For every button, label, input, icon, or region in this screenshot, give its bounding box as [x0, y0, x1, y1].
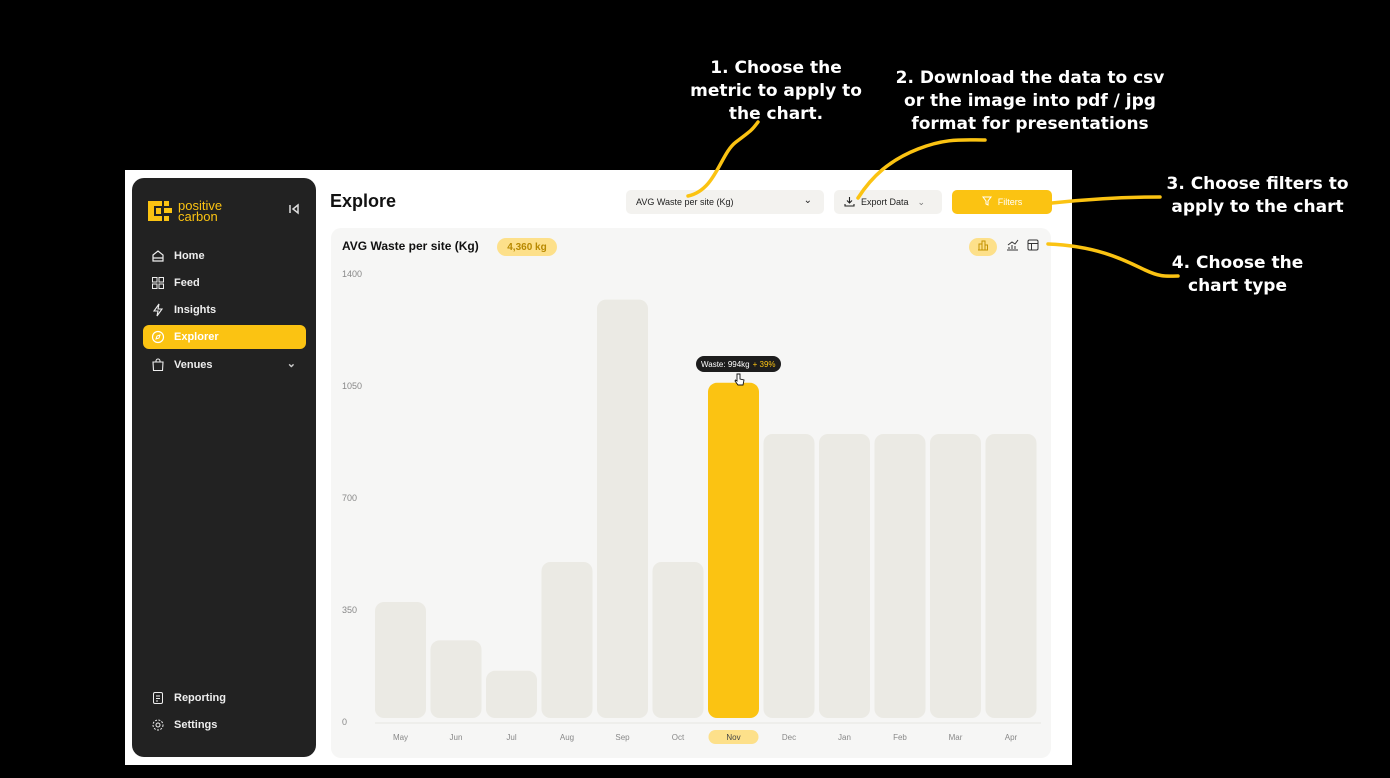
sidebar-item-venues[interactable]: Venues ⌄ [143, 353, 306, 377]
annotation-download-data: 2. Download the data to csv or the image… [880, 67, 1180, 136]
y-tick-label: 700 [342, 493, 357, 503]
annotation-line: or the image into pdf / jpg [904, 91, 1156, 111]
sidebar-item-feed[interactable]: Feed [143, 271, 306, 295]
bar-jun[interactable] [430, 640, 482, 718]
x-tick-label: Nov [726, 733, 740, 742]
x-tick-label: Jul [506, 733, 516, 742]
collapse-sidebar-icon[interactable] [288, 203, 300, 218]
metric-select[interactable]: AVG Waste per site (Kg) ⌄ [626, 190, 824, 214]
sidebar-item-home[interactable]: Home [143, 244, 306, 268]
bar-dec[interactable] [763, 434, 815, 718]
sidebar-item-settings[interactable]: Settings [143, 713, 306, 737]
download-icon [844, 196, 855, 209]
annotation-chart-type: 4. Choose the chart type [1160, 252, 1315, 298]
total-badge: 4,360 kg [497, 238, 557, 256]
logo-icon [148, 201, 172, 221]
x-tick-label: Sep [615, 733, 630, 742]
sidebar-item-reporting[interactable]: Reporting [143, 686, 306, 710]
bar-mar[interactable] [930, 434, 981, 718]
annotation-line: 2. Download the data to csv [895, 68, 1165, 88]
bar-chart: 0 350 700 1050 1400 May Jun Jul Aug Sep Oct Nov Dec J… [342, 269, 1041, 744]
annotation-line: the chart. [728, 104, 824, 124]
page-title: Explore [330, 191, 397, 211]
chevron-down-icon: ⌄ [917, 196, 926, 207]
annotation-line: 4. Choose the [1171, 253, 1304, 273]
x-tick-label: Jun [450, 733, 463, 742]
sidebar-item-insights[interactable]: Insights [143, 298, 306, 322]
x-tick-label: Apr [1005, 733, 1018, 742]
x-tick-label: Dec [782, 733, 796, 742]
bag-icon [151, 358, 165, 372]
annotation-choose-metric: 1. Choose the metric to apply to the cha… [676, 57, 876, 126]
chart-type-bar-button[interactable] [969, 238, 997, 256]
brand-name: positive carbon [178, 199, 222, 224]
metric-select-value: AVG Waste per site (Kg) [636, 197, 734, 207]
bar-chart-icon [977, 238, 989, 256]
sidebar: positive carbon Home Feed Insights Explo… [132, 178, 316, 757]
gear-icon [151, 718, 165, 732]
grid-icon [151, 276, 165, 290]
table-icon [1027, 238, 1039, 256]
tooltip-delta: + 39% [752, 359, 776, 369]
annotation-line: apply to the chart [1171, 197, 1344, 217]
filter-icon [981, 196, 992, 208]
x-tick-label: Mar [949, 733, 963, 742]
x-tick-label: Aug [560, 733, 574, 742]
export-data-button[interactable]: Export Data ⌄ [834, 190, 942, 214]
x-tick-label: Oct [672, 733, 685, 742]
annotation-line: format for presentations [911, 114, 1149, 134]
annotation-line: 1. Choose the [710, 58, 842, 78]
filters-button[interactable]: Filters [952, 190, 1052, 214]
compass-icon [151, 330, 165, 344]
sidebar-item-explorer[interactable]: Explorer [143, 325, 306, 349]
brand-line: carbon [178, 209, 218, 224]
sidebar-item-label: Explorer [174, 331, 219, 343]
pointer-cursor-icon [734, 373, 745, 391]
y-tick-label: 1050 [342, 381, 362, 391]
sidebar-item-label: Venues [174, 359, 213, 371]
annotation-line: metric to apply to [690, 81, 862, 101]
export-data-label: Export Data [861, 197, 909, 207]
report-icon [151, 691, 165, 705]
home-icon [151, 249, 165, 263]
y-tick-label: 0 [342, 717, 347, 727]
bar-nov[interactable] [708, 382, 759, 718]
y-tick-label: 350 [342, 605, 357, 615]
bar-sep[interactable] [597, 299, 648, 718]
annotation-line: chart type [1188, 276, 1287, 296]
annotation-choose-filters: 3. Choose filters to apply to the chart [1150, 173, 1365, 219]
bar-may[interactable] [375, 602, 426, 718]
bar-apr[interactable] [985, 434, 1037, 718]
brand-logo[interactable]: positive carbon [148, 199, 222, 224]
chart-type-table-button[interactable] [1025, 238, 1041, 256]
sidebar-item-label: Insights [174, 304, 217, 316]
bar-feb[interactable] [874, 434, 926, 718]
line-chart-icon [1006, 238, 1019, 256]
annotation-line: 3. Choose filters to [1166, 174, 1349, 194]
x-tick-label: Feb [893, 733, 907, 742]
lightning-icon [151, 303, 165, 317]
tooltip-text: Waste: 994kg [701, 359, 750, 369]
sidebar-item-label: Home [174, 250, 205, 262]
sidebar-item-label: Feed [174, 277, 200, 289]
sidebar-item-label: Reporting [174, 692, 226, 704]
x-tick-label: May [393, 733, 408, 742]
bar-jan[interactable] [819, 434, 870, 718]
chevron-down-icon[interactable]: ⌄ [287, 357, 296, 370]
y-tick-label: 1400 [342, 269, 362, 279]
chart-title: AVG Waste per site (Kg) [342, 239, 479, 253]
sidebar-item-label: Settings [174, 719, 218, 731]
bar-aug[interactable] [541, 562, 593, 718]
bar-tooltip: Waste: 994kg + 39% [696, 356, 781, 372]
bar-jul[interactable] [486, 670, 537, 718]
chevron-down-icon: ⌄ [803, 195, 812, 206]
x-tick-label: Jan [838, 733, 851, 742]
chart-type-line-button[interactable] [1004, 238, 1020, 256]
bar-oct[interactable] [652, 562, 704, 718]
filters-label: Filters [997, 197, 1023, 207]
